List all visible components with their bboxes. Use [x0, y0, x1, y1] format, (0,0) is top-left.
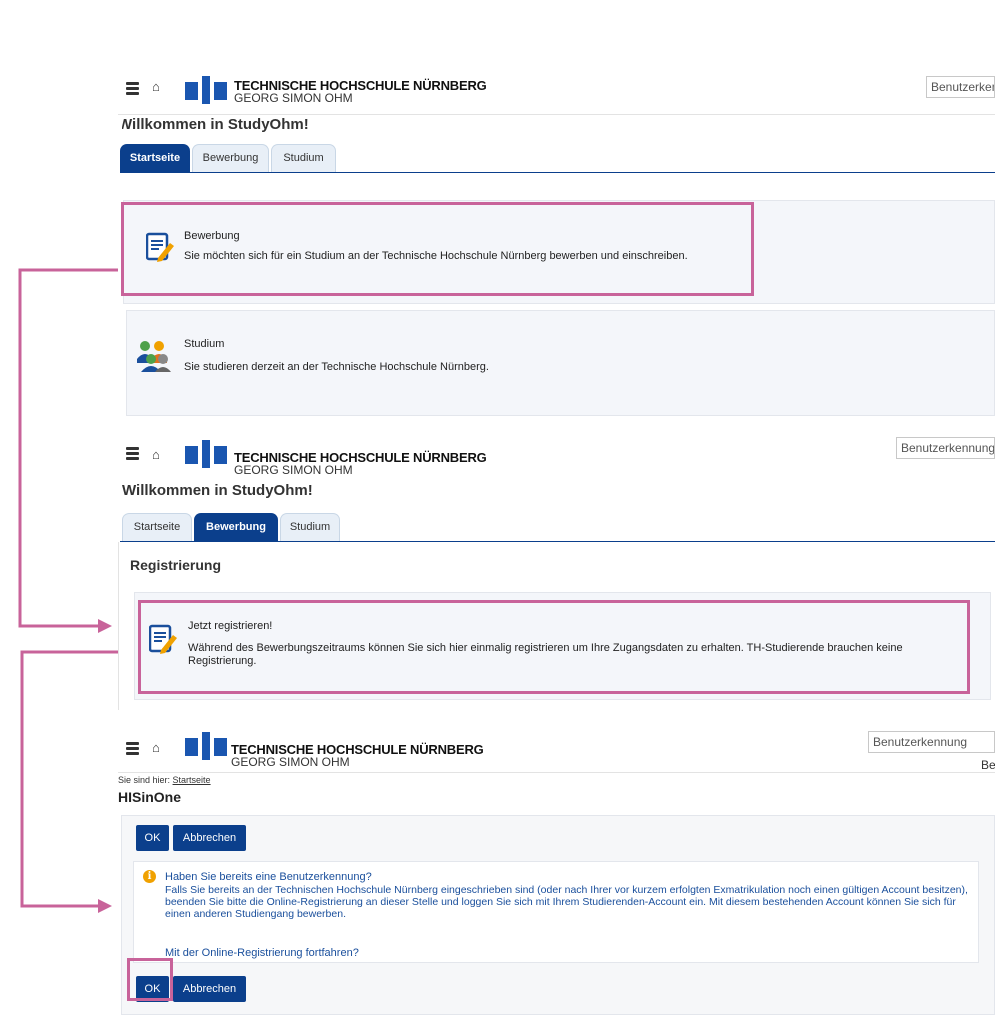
arrow-to-registration: [18, 268, 118, 628]
arrow-to-hisinone: [20, 650, 118, 908]
arrow-head-hisinone: [98, 899, 112, 913]
arrow-head-registration: [98, 619, 112, 633]
connector-arrows: [18, 268, 118, 913]
